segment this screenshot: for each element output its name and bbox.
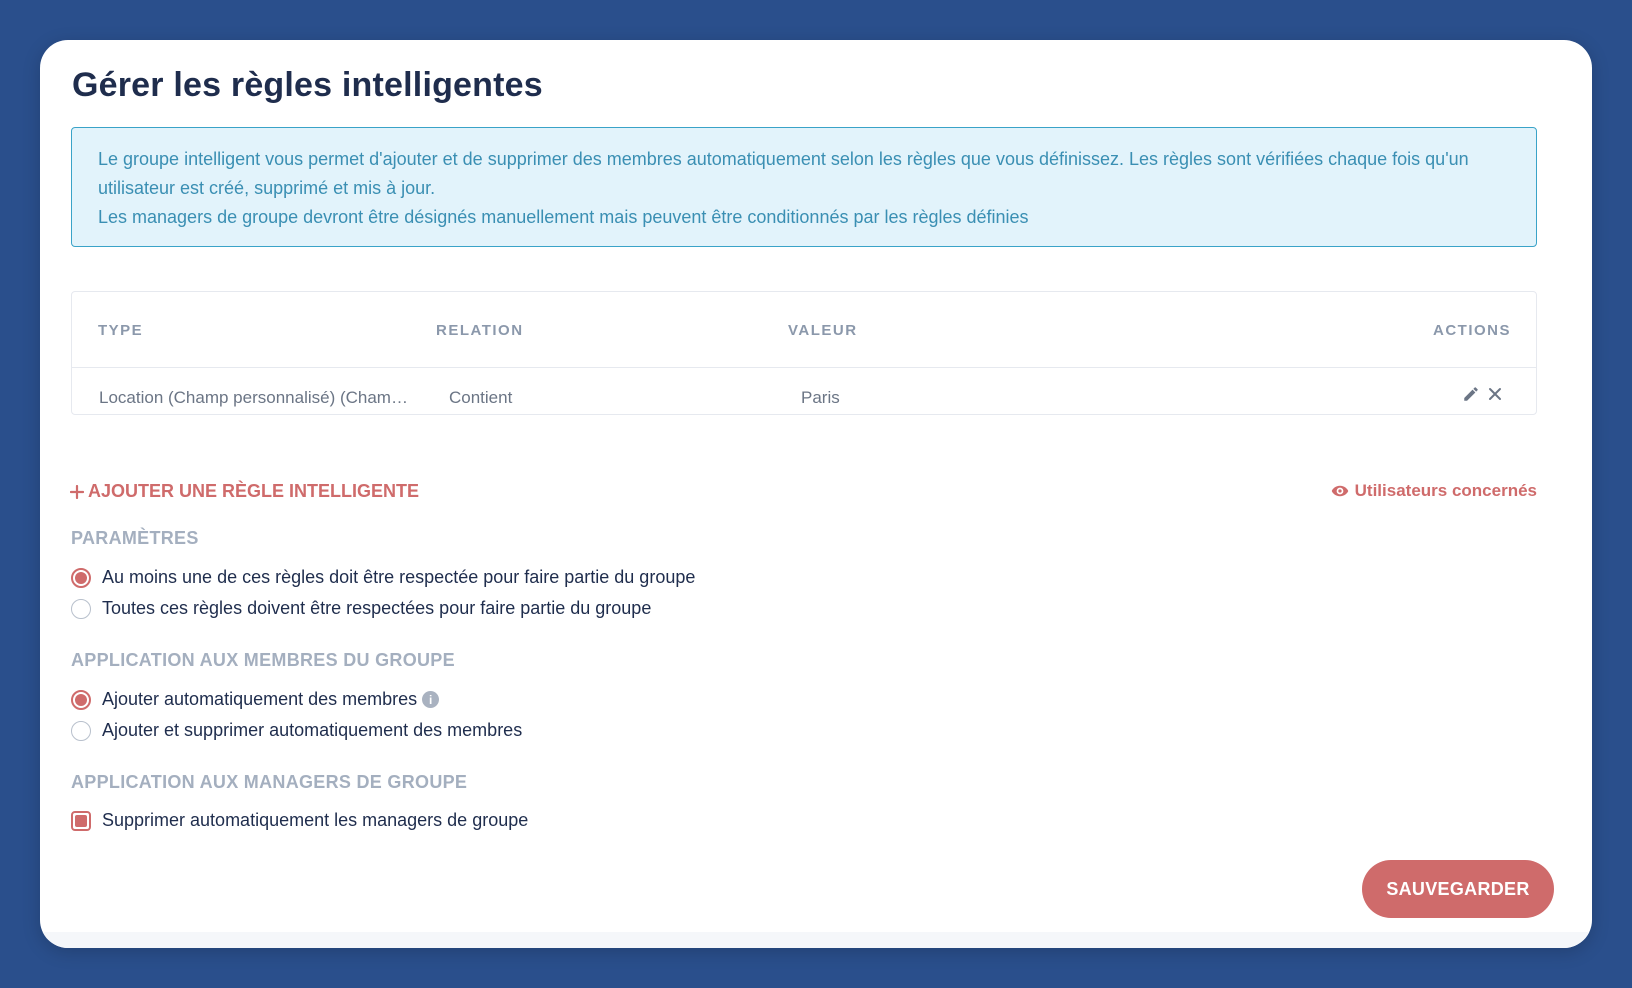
radio-button[interactable] — [71, 567, 91, 588]
managers-option-remove-label: Supprimer automatiquement les managers d… — [102, 810, 529, 830]
add-smart-rule-label: AJOUTER UNE RÈGLE INTELLIGENTE — [88, 481, 420, 501]
settings-option-any-rule[interactable]: Au moins une de ces règles doit être res… — [71, 567, 695, 588]
settings-option-all-rules-label: Toutes ces règles doivent être respectée… — [102, 598, 652, 618]
checkbox[interactable] — [71, 810, 91, 831]
column-header-type: TYPE — [98, 322, 144, 339]
info-banner: Le groupe intelligent vous permet d'ajou… — [71, 127, 1537, 247]
add-smart-rule-button[interactable]: AJOUTER UNE RÈGLE INTELLIGENTE — [70, 481, 419, 502]
radio-button[interactable] — [71, 720, 91, 741]
settings-option-any-rule-label: Au moins une de ces règles doit être res… — [102, 567, 696, 587]
rule-relation-cell: Contient — [449, 388, 513, 407]
members-option-add[interactable]: Ajouter automatiquement des membres i — [71, 689, 440, 710]
modal-footer — [40, 932, 1592, 948]
save-button[interactable]: SAUVEGARDER — [1362, 860, 1554, 918]
edit-pencil-icon[interactable] — [1459, 382, 1483, 406]
column-header-relation: RELATION — [436, 322, 524, 339]
rule-type-cell: Location (Champ personnalisé) (Champ per… — [99, 388, 409, 407]
info-icon[interactable]: i — [422, 691, 440, 708]
members-option-add-remove[interactable]: Ajouter et supprimer automatiquement des… — [71, 720, 522, 741]
radio-button[interactable] — [71, 689, 91, 710]
rule-value-cell: Paris — [801, 388, 840, 407]
settings-option-all-rules[interactable]: Toutes ces règles doivent être respectée… — [71, 598, 651, 619]
radio-button[interactable] — [71, 598, 91, 619]
column-header-actions: ACTIONS — [1433, 322, 1511, 339]
eye-icon — [1331, 485, 1348, 497]
members-option-add-label: Ajouter automatiquement des membres — [102, 689, 418, 709]
column-header-value: VALEUR — [788, 322, 858, 339]
smart-rules-modal: Gérer les règles intelligentes Le groupe… — [40, 40, 1592, 948]
rules-table: TYPE RELATION VALEUR ACTIONS Location (C… — [71, 291, 1537, 415]
info-text-line-1: Le groupe intelligent vous permet d'ajou… — [98, 149, 1469, 198]
settings-section-title: PARAMÈTRES — [71, 528, 199, 548]
managers-option-remove[interactable]: Supprimer automatiquement les managers d… — [71, 810, 528, 831]
members-option-add-remove-label: Ajouter et supprimer automatiquement des… — [102, 720, 523, 740]
info-text-line-2: Les managers de groupe devront être dési… — [98, 207, 1029, 227]
affected-users-link[interactable]: Utilisateurs concernés — [1331, 481, 1537, 501]
modal-title: Gérer les règles intelligentes — [72, 66, 543, 104]
members-section-title: APPLICATION AUX MEMBRES DU GROUPE — [71, 650, 455, 670]
delete-x-icon[interactable] — [1483, 382, 1507, 406]
plus-icon — [70, 484, 84, 499]
managers-section-title: APPLICATION AUX MANAGERS DE GROUPE — [71, 772, 468, 792]
rules-table-header: TYPE RELATION VALEUR ACTIONS — [72, 292, 1536, 368]
affected-users-label: Utilisateurs concernés — [1354, 481, 1537, 500]
